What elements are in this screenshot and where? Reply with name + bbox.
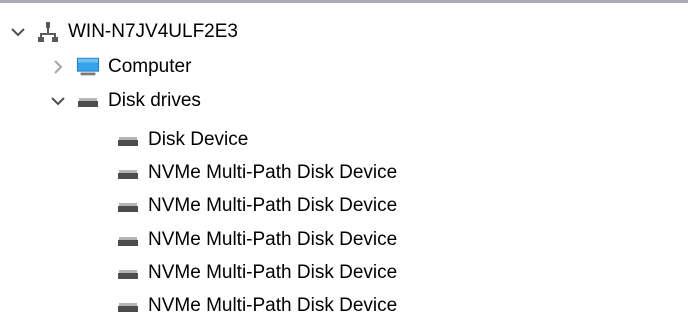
tree-node-device-label: NVMe Multi-Path Disk Device [148, 262, 398, 283]
disk-drive-icon [76, 90, 100, 112]
disk-drive-icon [116, 262, 140, 284]
device-tree: WIN-N7JV4ULF2E3 Computer Disk drives Dis… [0, 0, 688, 320]
tree-node-device[interactable]: NVMe Multi-Path Disk Device [116, 158, 397, 188]
tree-node-device-label: NVMe Multi-Path Disk Device [148, 295, 398, 316]
disk-drive-icon [116, 229, 140, 251]
tree-node-root[interactable]: WIN-N7JV4ULF2E3 [10, 17, 238, 47]
chevron-down-icon[interactable] [50, 93, 66, 109]
tree-node-device[interactable]: Disk Device [116, 125, 248, 155]
network-computer-icon [36, 21, 60, 43]
tree-node-device[interactable]: NVMe Multi-Path Disk Device [116, 258, 397, 288]
tree-node-device-label: NVMe Multi-Path Disk Device [148, 229, 398, 250]
chevron-down-icon[interactable] [10, 24, 26, 40]
tree-node-device-label: NVMe Multi-Path Disk Device [148, 195, 398, 216]
tree-node-device[interactable]: NVMe Multi-Path Disk Device [116, 291, 397, 321]
tree-node-computer-label: Computer [108, 56, 192, 77]
tree-node-device[interactable]: NVMe Multi-Path Disk Device [116, 191, 397, 221]
tree-node-disk-drives[interactable]: Disk drives [50, 86, 201, 116]
tree-node-device[interactable]: NVMe Multi-Path Disk Device [116, 225, 397, 255]
disk-drive-icon [116, 195, 140, 217]
disk-drive-icon [116, 129, 140, 151]
tree-node-computer[interactable]: Computer [50, 52, 191, 82]
tree-node-disk-drives-label: Disk drives [108, 90, 201, 111]
disk-drive-icon [116, 162, 140, 184]
tree-node-device-label: Disk Device [148, 129, 249, 150]
monitor-icon [76, 56, 100, 78]
tree-node-device-label: NVMe Multi-Path Disk Device [148, 162, 398, 183]
tree-node-root-label: WIN-N7JV4ULF2E3 [68, 21, 238, 42]
chevron-right-icon[interactable] [50, 59, 66, 75]
disk-drive-icon [116, 295, 140, 317]
